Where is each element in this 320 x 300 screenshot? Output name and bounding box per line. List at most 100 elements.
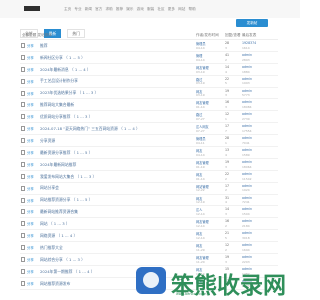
last-poster[interactable]: admin	[242, 100, 252, 104]
thread-tag[interactable]: 分享	[27, 257, 34, 262]
thread-title[interactable]: 分享资源	[40, 138, 55, 144]
last-poster[interactable]: admin	[242, 255, 252, 259]
nav-item[interactable]: 帮助	[189, 7, 196, 11]
reply-count: 31	[225, 195, 230, 200]
table-row[interactable]: 分享 网站分享会 网站管理 12-22 17 2 admin 1924	[20, 183, 278, 195]
last-poster[interactable]: admin	[242, 77, 252, 81]
thread-tag[interactable]: 分享	[27, 209, 34, 214]
table-row[interactable]: 分享 最新网站推荐资源合集 达人 12-14 14 3 admin 1504	[20, 206, 278, 219]
table-row[interactable]: 分享 热门推荐大全 网友 11-29 12 2 admin 1694	[20, 242, 278, 255]
last-poster[interactable]: admin	[242, 207, 252, 211]
thread-title[interactable]: 优质网站分享推荐 （ 1 ... 3 ）	[40, 114, 92, 120]
thread-tag[interactable]: 分享	[27, 79, 34, 84]
last-poster[interactable]: admin	[242, 124, 252, 128]
last-poster[interactable]: admin	[242, 231, 252, 235]
last-poster[interactable]: admin	[242, 53, 252, 57]
thread-tag[interactable]: 分享	[27, 150, 34, 155]
thread-title[interactable]: 网站推荐资源分享 （ 1 ... 5 ）	[40, 197, 92, 203]
table-row[interactable]: 分享 2024年最新网站推荐 网友管理 01-19 19 3 admin 18064	[20, 159, 278, 171]
thread-tag[interactable]: 分享	[27, 138, 34, 143]
last-poster[interactable]: admin	[242, 172, 252, 176]
table-row[interactable]: 分享 推荐 管理员 04-14 28 3 1928374 1614	[20, 40, 278, 52]
table-row[interactable]: 分享 优质网站分享推荐 （ 1 ... 3 ）路过 07-27 12 1 admin 273…	[20, 111, 278, 124]
thread-date: 03-19	[196, 69, 205, 74]
nav-item[interactable]: 服装	[147, 7, 154, 11]
nav-item[interactable]: 官方	[95, 7, 102, 11]
table-row[interactable]: 分享 分享资源 管理员 04-11 28 1 admin 7041	[20, 135, 278, 148]
table-row[interactable]: 分享 2023年优选结果分享 （ 1 ... 3 ）网友 03-19 19 3 admin…	[20, 88, 278, 100]
nav-item[interactable]: 新闻	[85, 7, 92, 11]
thread-title[interactable]: 网站 （ 1 ... 3 ）	[40, 221, 70, 227]
table-row[interactable]: 分享 网站 （ 1 ... 3 ）网友管理 12-14 16 2 admin 2184	[20, 218, 278, 231]
last-poster[interactable]: admin	[242, 89, 252, 93]
last-poster[interactable]: admin	[242, 65, 252, 69]
thread-title[interactable]: 2024年第一期推荐 （ 1 ... 4 ）	[40, 269, 95, 275]
last-poster[interactable]: admin	[242, 219, 252, 223]
thread-title[interactable]: 手工艺品设计制作分享	[40, 78, 78, 84]
thread-tag[interactable]: 分享	[27, 67, 34, 72]
nav-item[interactable]: 推荐	[116, 7, 123, 11]
last-poster[interactable]: admin	[242, 112, 252, 116]
table-row[interactable]: 分享 推荐网站大集合最新 网友管理 01-14 16 3 admin 18084	[20, 99, 278, 112]
last-poster[interactable]: admin	[242, 196, 252, 200]
thread-icon	[21, 268, 25, 274]
nav-item[interactable]: 专业	[74, 7, 81, 11]
thread-tag[interactable]: 分享	[27, 245, 34, 250]
last-poster[interactable]: 1928374	[242, 41, 256, 45]
table-row[interactable]: 分享 新闻社区分享 （ 1 ... 5 ）管理 04-14 41 2 admin 2893	[20, 52, 278, 64]
table-row[interactable]: 分享 2024-07-18 “夏天网络热门” 三五百网站资源 （ 1 ... 4 …	[20, 123, 278, 136]
nav-item[interactable]: 社区	[157, 7, 164, 11]
last-poster[interactable]: admin	[242, 160, 252, 164]
thread-tag[interactable]: 分享	[27, 102, 34, 107]
thread-title[interactable]: 网络资源 （ 1 ... 4 ）	[40, 233, 77, 239]
nav-item[interactable]: 游戏	[137, 7, 144, 11]
thread-title[interactable]: 2023年优选结果分享 （ 1 ... 3 ）	[40, 90, 98, 96]
table-row[interactable]: 分享 2024年最新消息 （ 1 ... 4 ）网友管理 03-19 14 4 admin…	[20, 64, 278, 76]
thread-tag[interactable]: 分享	[27, 198, 34, 203]
thread-tag[interactable]: 分享	[27, 186, 34, 191]
thread-title[interactable]: 热门推荐大全	[40, 245, 63, 251]
thread-tag[interactable]: 分享	[27, 43, 34, 48]
last-poster[interactable]: admin	[242, 243, 252, 247]
last-post-date: 1589	[242, 152, 250, 157]
nav-item[interactable]: 更多	[168, 7, 175, 11]
thread-tag[interactable]: 分享	[27, 126, 34, 131]
thread-title[interactable]: 网站综合分享 （ 1 ... 3 ）	[40, 257, 85, 263]
thread-tag[interactable]: 分享	[27, 221, 34, 226]
thread-tag[interactable]: 分享	[27, 55, 34, 60]
thread-title[interactable]: 我爱发布网站大集合 （ 1 ... 3 ）	[40, 174, 96, 180]
nav-item[interactable]: 求助	[106, 7, 113, 11]
thread-title[interactable]: 最新网站推荐资源合集	[40, 209, 78, 215]
thread-title[interactable]: 最新资源分享推荐 （ 1 ... 5 ）	[40, 150, 92, 156]
thread-list: 全部主题 发帖排序 作者/发布时间 回复/查看 最后发表 分享 推荐 管理员 04-1…	[20, 31, 278, 290]
thread-tag[interactable]: 分享	[27, 269, 34, 274]
table-row[interactable]: 分享 网站推荐资源分享 （ 1 ... 5 ）网友 12-19 31 4 admin 724…	[20, 195, 278, 207]
thread-tag[interactable]: 分享	[27, 174, 34, 179]
last-poster[interactable]: admin	[242, 148, 252, 152]
site-logo[interactable]	[24, 6, 40, 11]
nav-item[interactable]: 网站	[178, 7, 185, 11]
thread-tag[interactable]: 分享	[27, 114, 34, 119]
thread-tag[interactable]: 分享	[27, 233, 34, 238]
table-row[interactable]: 分享 我爱发布网站大集合 （ 1 ... 3 ）网友 01-14 22 2 admin 11…	[20, 171, 278, 183]
thread-tag[interactable]: 分享	[27, 281, 34, 286]
thread-title[interactable]: 2024-07-18 “夏天网络热门” 三五百网站资源 （ 1 ... 4 ）	[40, 126, 140, 132]
table-row[interactable]: 分享 网络资源 （ 1 ... 4 ）网友 12-14 21 5 admin 3018	[20, 230, 278, 243]
thread-title[interactable]: 推荐网站大集合最新	[40, 102, 74, 108]
table-row[interactable]: 分享 最新资源分享推荐 （ 1 ... 5 ）网友 04-14 13 4 admin 158…	[20, 147, 278, 159]
thread-title[interactable]: 2024年最新网站推荐	[40, 162, 76, 168]
nav-item[interactable]: 主页	[64, 7, 71, 11]
thread-tag[interactable]: 分享	[27, 91, 34, 96]
thread-title[interactable]: 网站推荐资源发布	[40, 281, 70, 287]
nav-item[interactable]: 娱乐	[126, 7, 133, 11]
thread-title[interactable]: 新闻社区分享 （ 1 ... 5 ）	[40, 55, 85, 61]
thread-title[interactable]: 网站分享会	[40, 185, 59, 191]
last-poster[interactable]: admin	[242, 136, 252, 140]
thread-tag[interactable]: 分享	[27, 162, 34, 167]
new-thread-button[interactable]: 发新帖	[236, 19, 268, 27]
thread-title[interactable]: 2024年最新消息 （ 1 ... 4 ）	[40, 67, 91, 73]
thread-title[interactable]: 推荐	[40, 43, 48, 49]
table-row[interactable]: 分享 手工艺品设计制作分享 路过 03-19 22 5 admin 1993	[20, 76, 278, 88]
last-poster[interactable]: admin	[242, 184, 252, 188]
table-row[interactable]: 分享 网站综合分享 （ 1 ... 3 ）网友管理 11-20 19 3 admin 220…	[20, 254, 278, 266]
